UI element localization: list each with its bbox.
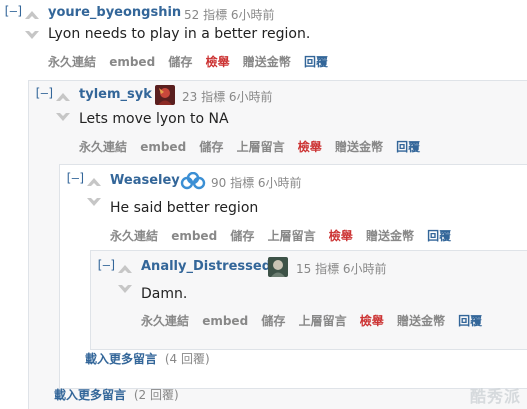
comment-actions: 永久連結 embed 儲存 上層留言 檢舉 贈送金幣 回覆 (79, 138, 429, 155)
permalink-link[interactable]: 永久連結 (110, 229, 158, 243)
comment-time: 6小時前 (228, 90, 273, 104)
comment-points: 15 指標 (296, 262, 340, 276)
collapse-toggle[interactable]: [–] (65, 171, 86, 185)
give-gold-link[interactable]: 贈送金幣 (366, 229, 414, 243)
parent-link[interactable]: 上層留言 (237, 140, 285, 154)
load-more-comments[interactable]: 載入更多留言 (4 回覆) (85, 350, 210, 367)
comment-author[interactable]: Weaseley (110, 173, 180, 188)
collapse-toggle[interactable]: [–] (34, 86, 55, 100)
collapse-toggle[interactable]: [–] (96, 258, 117, 272)
give-gold-link[interactable]: 贈送金幣 (397, 314, 445, 328)
vote-arrows-icon[interactable] (54, 89, 72, 125)
reply-link[interactable]: 回覆 (304, 55, 328, 69)
comment-actions: 永久連結 embed 儲存 上層留言 檢舉 贈送金幣 回覆 (110, 227, 460, 244)
comment-points: 90 指標 (211, 176, 255, 190)
vote-arrows-icon[interactable] (85, 174, 103, 210)
comment-time: 6小時前 (257, 176, 302, 190)
user-flair-avatar (268, 257, 288, 277)
vote-arrows-icon[interactable] (116, 261, 134, 297)
report-link[interactable]: 檢舉 (206, 55, 230, 69)
load-more-comments[interactable]: 載入更多留言 (2 回覆) (54, 386, 179, 403)
comment-body: Lets move lyon to NA (79, 111, 229, 127)
give-gold-link[interactable]: 贈送金幣 (243, 55, 291, 69)
load-more-count: (4 回覆) (164, 352, 210, 366)
comment-meta: 52 指標 6小時前 (184, 6, 275, 23)
comment-meta: 15 指標 6小時前 (296, 260, 387, 277)
load-more-label[interactable]: 載入更多留言 (54, 388, 126, 402)
comment-body: Damn. (141, 286, 188, 302)
comment-meta: 90 指標 6小時前 (211, 174, 302, 191)
comment-actions: 永久連結 embed 儲存 上層留言 檢舉 贈送金幣 回覆 (141, 312, 491, 329)
embed-link[interactable]: embed (109, 55, 155, 69)
load-more-count: (2 回覆) (133, 388, 179, 402)
save-link[interactable]: 儲存 (261, 314, 285, 328)
comment-points: 23 指標 (182, 90, 226, 104)
comment-thread: [–] youre_byeongshin 52 指標 6小時前 Lyon nee… (0, 0, 527, 409)
watermark: 酷秀派 (469, 387, 521, 406)
comment-body: Lyon needs to play in a better region. (48, 26, 311, 42)
cloud9-flair-icon (180, 172, 206, 190)
reply-link[interactable]: 回覆 (427, 229, 451, 243)
report-link[interactable]: 檢舉 (329, 229, 353, 243)
report-link[interactable]: 檢舉 (298, 140, 322, 154)
embed-link[interactable]: embed (202, 314, 248, 328)
comment-author[interactable]: youre_byeongshin (48, 5, 181, 20)
give-gold-link[interactable]: 贈送金幣 (335, 140, 383, 154)
save-link[interactable]: 儲存 (168, 55, 192, 69)
comment-points: 52 指標 (184, 8, 228, 22)
comment-meta: 23 指標 6小時前 (182, 88, 273, 105)
vote-arrows-icon[interactable] (23, 7, 41, 43)
save-link[interactable]: 儲存 (230, 229, 254, 243)
report-link[interactable]: 檢舉 (360, 314, 384, 328)
user-flair-avatar (155, 85, 175, 105)
embed-link[interactable]: embed (140, 140, 186, 154)
comment-time: 6小時前 (230, 8, 275, 22)
comment-actions: 永久連結 embed 儲存 檢舉 贈送金幣 回覆 (48, 53, 337, 70)
permalink-link[interactable]: 永久連結 (48, 55, 96, 69)
parent-link[interactable]: 上層留言 (268, 229, 316, 243)
permalink-link[interactable]: 永久連結 (79, 140, 127, 154)
comment-author[interactable]: Anally_Distressed (141, 259, 271, 274)
parent-link[interactable]: 上層留言 (299, 314, 347, 328)
reply-link[interactable]: 回覆 (396, 140, 420, 154)
comment-body: He said better region (110, 200, 259, 216)
embed-link[interactable]: embed (171, 229, 217, 243)
load-more-label[interactable]: 載入更多留言 (85, 352, 157, 366)
comment-time: 6小時前 (342, 262, 387, 276)
save-link[interactable]: 儲存 (199, 140, 223, 154)
permalink-link[interactable]: 永久連結 (141, 314, 189, 328)
collapse-toggle[interactable]: [–] (3, 4, 24, 18)
comment-author[interactable]: tylem_syk (79, 87, 152, 102)
reply-link[interactable]: 回覆 (458, 314, 482, 328)
